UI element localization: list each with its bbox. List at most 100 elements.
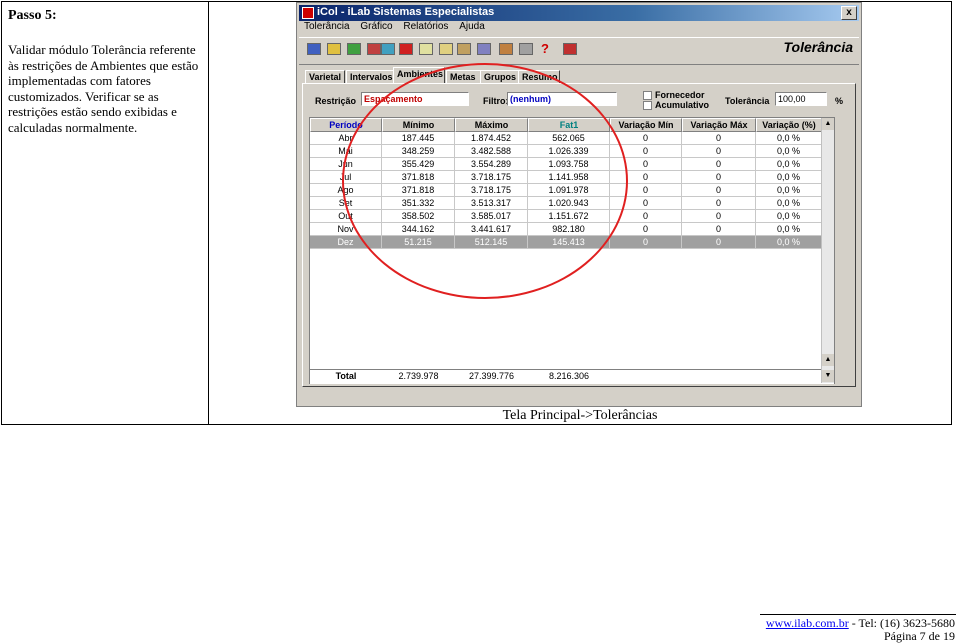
column-header[interactable]: Variação Mín [610,118,682,132]
fornecedor-checkbox[interactable] [643,91,652,100]
table-cell: 145.413 [528,236,610,249]
tab-resumo[interactable]: Resumo [518,70,560,84]
scroll-down-icon[interactable]: ▼ [822,370,834,382]
table-cell: 0 [610,145,682,158]
website-link[interactable]: www.ilab.com.br [766,616,849,630]
tolerancia-input[interactable]: 100,00 [775,92,827,106]
table-cell: 371.818 [382,184,455,197]
phone-text: - Tel: (16) 3623-5680 [848,616,955,630]
table-cell: 0 [682,171,756,184]
table-cell: Set [310,197,382,210]
column-header[interactable]: Período [310,118,382,132]
toolbar-icon-11[interactable] [499,43,513,55]
app-window: iCol - iLab Sistemas Especialistas x Tol… [296,2,862,407]
table-cell: Jun [310,158,382,171]
table-cell: 982.180 [528,223,610,236]
table-row[interactable]: Ago 371.818 3.718.175 1.091.978 0 0 0,0 % [310,184,834,197]
module-title: Tolerância [783,39,853,55]
page-number: Página 7 de 19 [884,629,955,643]
screenshot-caption: Tela Principal->Tolerâncias [502,408,658,423]
table-cell: 3.585.017 [455,210,528,223]
table-cell: 0 [610,236,682,249]
total-value: 27.399.776 [468,371,515,381]
acumulativo-checkbox[interactable] [643,101,652,110]
toolbar-icon-12[interactable] [519,43,533,55]
column-header[interactable]: Variação (%) [756,118,822,132]
table-cell: 3.554.289 [455,158,528,171]
exit-icon[interactable] [563,43,577,55]
table-row[interactable]: Jul 371.818 3.718.175 1.141.958 0 0 0,0 % [310,171,834,184]
menu-bar: Tolerância Gráfico Relatórios Ajuda [299,21,859,35]
table-cell: 3.513.317 [455,197,528,210]
table-row[interactable]: Dez 51.215 512.145 145.413 0 0 0,0 % [310,236,834,249]
column-header[interactable]: Máximo [455,118,528,132]
step-description: Validar módulo Tolerância referente às r… [8,42,199,135]
table-row[interactable]: Out 358.502 3.585.017 1.151.672 0 0 0,0 % [310,210,834,223]
column-header[interactable]: Fat1 [528,118,610,132]
help-icon[interactable]: ? [541,42,555,55]
toolbar-icon-1[interactable] [307,43,321,55]
table-row[interactable]: Abr 187.445 1.874.452 562.065 0 0 0,0 % [310,132,834,145]
toolbar-icon-6[interactable] [399,43,413,55]
vertical-scrollbar[interactable]: ▲ ▲ ▼ [821,118,834,383]
table-cell: Out [310,210,382,223]
menu-relatorios[interactable]: Relatórios [403,21,448,32]
tab-metas[interactable]: Metas [446,70,481,84]
table-cell: Abr [310,132,382,145]
table-cell: 358.502 [382,210,455,223]
tolerancia-label: Tolerância [725,96,770,106]
toolbar-icon-7[interactable] [419,43,433,55]
tab-grupos[interactable]: Grupos [480,70,520,84]
table-cell: 1.093.758 [528,158,610,171]
table-cell: 0,0 % [756,184,822,197]
table-cell: 562.065 [528,132,610,145]
table-cell: 0 [682,223,756,236]
scroll-up-icon[interactable]: ▲ [822,118,834,130]
toolbar-icon-3[interactable] [347,43,361,55]
restricao-select[interactable]: Espaçamento [361,92,469,106]
toolbar-icon-5[interactable] [381,43,395,55]
table-cell: 0 [610,184,682,197]
column-header[interactable]: Variação Máx [682,118,756,132]
tab-ambientes[interactable]: Ambientes [393,67,445,84]
menu-ajuda[interactable]: Ajuda [459,21,485,32]
total-label: Total [335,371,357,381]
table-cell: 0,0 % [756,210,822,223]
scroll-up-icon-lower[interactable]: ▲ [822,354,834,366]
toolbar-icon-2[interactable] [327,43,341,55]
menu-grafico[interactable]: Gráfico [360,21,392,32]
table-cell: 0 [610,132,682,145]
toolbar-icon-9[interactable] [457,43,471,55]
table-cell: 351.332 [382,197,455,210]
table-cell: Ago [310,184,382,197]
table-cell: 3.482.588 [455,145,528,158]
filtro-select[interactable]: (nenhum) [507,92,617,106]
total-value: 2.739.978 [398,371,439,381]
table-row[interactable]: Mai 348.259 3.482.588 1.026.339 0 0 0,0 % [310,145,834,158]
table-cell: 355.429 [382,158,455,171]
table-cell: 1.874.452 [455,132,528,145]
table-cell: 0 [682,236,756,249]
menu-tolerancia[interactable]: Tolerância [304,21,350,32]
tab-intervalos[interactable]: Intervalos [346,70,396,84]
table-cell: 1.141.958 [528,171,610,184]
toolbar-icon-4[interactable] [367,43,381,55]
toolbar-icon-10[interactable] [477,43,491,55]
restricao-label: Restrição [315,96,357,106]
table-row[interactable]: Nov 344.162 3.441.617 982.180 0 0 0,0 % [310,223,834,236]
table-row[interactable]: Jun 355.429 3.554.289 1.093.758 0 0 0,0 % [310,158,834,171]
toolbar-icon-8[interactable] [439,43,453,55]
table-cell: 1.026.339 [528,145,610,158]
table-row[interactable]: Set 351.332 3.513.317 1.020.943 0 0 0,0 % [310,197,834,210]
tab-varietal[interactable]: Varietal [305,70,345,84]
close-button[interactable]: x [841,6,857,20]
table-cell: 0 [610,171,682,184]
app-icon [302,7,314,19]
fornecedor-label: Fornecedor [655,90,705,100]
table-cell: 187.445 [382,132,455,145]
table-cell: 0 [682,210,756,223]
table-cell: 51.215 [382,236,455,249]
table-cell: 3.718.175 [455,184,528,197]
column-header[interactable]: Mínimo [382,118,455,132]
table-cell: 0,0 % [756,223,822,236]
